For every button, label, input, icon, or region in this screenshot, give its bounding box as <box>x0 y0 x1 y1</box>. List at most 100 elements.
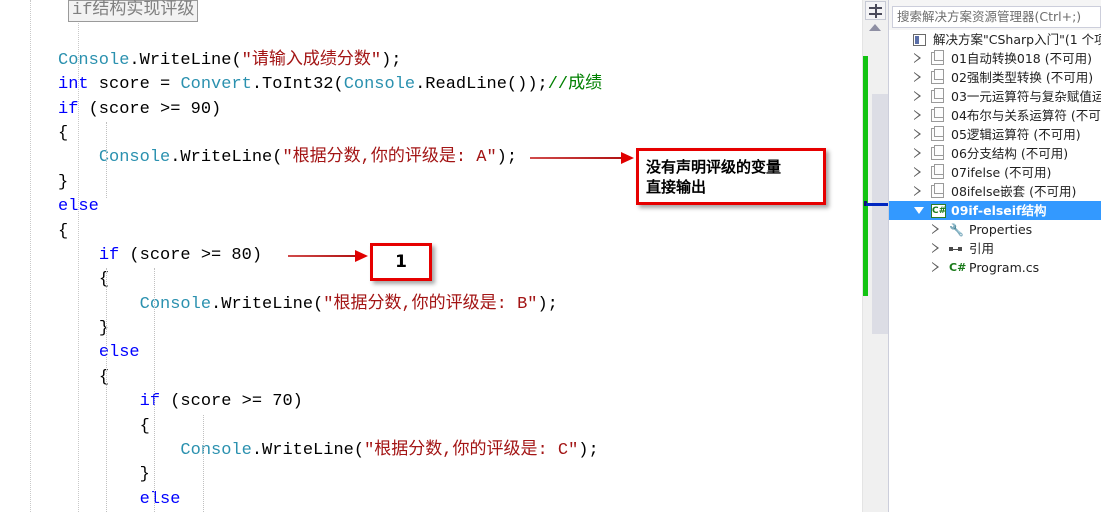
chevron-right-icon[interactable] <box>913 182 923 201</box>
code-token: "请输入成绩分数" <box>241 50 382 70</box>
code-token: "根据分数,你的评级是: C" <box>364 441 579 461</box>
tree-item-4[interactable]: 04布尔与关系运算符 (不可用) <box>889 106 1101 125</box>
code-text[interactable]: Console.WriteLine("请输入成绩分数"); int score =… <box>58 0 862 512</box>
triangle-inner-glyph <box>932 225 937 234</box>
arrow-shaft <box>288 255 356 257</box>
chevron-right-icon[interactable] <box>913 68 923 87</box>
tree-item-label: 03一元运算符与复杂赋值运算符 (不可用) <box>951 89 1101 104</box>
indent-guide <box>106 122 107 198</box>
tree-item-5[interactable]: 05逻辑运算符 (不可用) <box>889 125 1101 144</box>
chevron-right-icon[interactable] <box>913 106 923 125</box>
wrench-icon: 🔧 <box>949 223 964 237</box>
triangle-inner-glyph <box>914 130 919 139</box>
tree-item-7[interactable]: 07ifelse (不可用) <box>889 163 1101 182</box>
tree-item-label: 04布尔与关系运算符 (不可用) <box>951 108 1101 123</box>
scrollbar-thumb[interactable] <box>872 94 888 334</box>
tree-item-label: 09if-elseif结构 <box>951 203 1047 218</box>
tree-item-10[interactable]: 🔧 Properties <box>889 220 1101 239</box>
chevron-right-icon[interactable] <box>931 220 941 239</box>
code-line: if (score >= 90) <box>58 98 862 122</box>
scrollbar-track[interactable] <box>867 38 888 508</box>
code-token: if <box>98 245 120 265</box>
code-line: Console.WriteLine("根据分数,你的评级是: B"); <box>58 293 862 317</box>
code-line: } <box>58 317 862 341</box>
code-token: { <box>58 123 69 143</box>
unavailable-project-icon <box>931 126 944 141</box>
triangle-open-glyph <box>914 207 924 214</box>
chevron-right-icon[interactable] <box>913 144 923 163</box>
annotation-note-text: 没有声明评级的变量 直接输出 <box>646 158 782 196</box>
triangle-inner-glyph <box>914 111 919 120</box>
tree-item-label: 02强制类型转换 (不可用) <box>951 70 1094 85</box>
code-token: else <box>98 343 140 363</box>
arrow-head <box>621 152 634 164</box>
csharp-project-icon: C# <box>931 204 947 218</box>
tree-item-0[interactable]: 解决方案"CSharp入门"(1 个项目) <box>889 30 1101 49</box>
scroll-up-arrow-icon[interactable] <box>869 24 881 31</box>
unavailable-project-icon <box>931 183 944 198</box>
chevron-down-icon[interactable] <box>913 201 924 220</box>
code-token: ( <box>231 50 242 70</box>
chevron-right-icon[interactable] <box>913 49 923 68</box>
code-token: { <box>58 221 69 241</box>
code-line: { <box>58 415 862 439</box>
csharp-file-icon: C# <box>949 261 967 274</box>
tree-item-6[interactable]: 06分支结构 (不可用) <box>889 144 1101 163</box>
tree-item-8[interactable]: 08ifelse嵌套 (不可用) <box>889 182 1101 201</box>
tree-item-11[interactable]: 引用 <box>889 239 1101 258</box>
code-line: if (score >= 80) <box>58 244 862 268</box>
tree-item-12[interactable]: C# Program.cs <box>889 258 1101 277</box>
triangle-inner-glyph <box>914 92 919 101</box>
document-change-bar <box>863 56 868 296</box>
tree-item-label: 引用 <box>969 241 995 256</box>
split-icon-stem <box>875 4 877 18</box>
solution-explorer-tree[interactable]: 解决方案"CSharp入门"(1 个项目) 01自动转换018 (不可用) 02强制… <box>889 30 1101 512</box>
tree-item-label: 01自动转换018 (不可用) <box>951 51 1092 66</box>
code-token: Console <box>139 294 212 314</box>
chevron-right-icon[interactable] <box>931 239 941 258</box>
code-token: { <box>139 416 150 436</box>
code-token: . <box>129 50 140 70</box>
tree-item-3[interactable]: 03一元运算符与复杂赋值运算符 (不可用) <box>889 87 1101 106</box>
code-token: } <box>139 465 150 485</box>
chevron-right-icon[interactable] <box>913 125 923 144</box>
code-token: WriteLine <box>139 50 232 70</box>
code-token: "根据分数,你的评级是: A" <box>282 148 497 168</box>
solution-explorer-search-input[interactable]: 搜索解决方案资源管理器(Ctrl+;) <box>892 6 1101 28</box>
references-icon <box>949 242 963 256</box>
tree-item-2[interactable]: 02强制类型转换 (不可用) <box>889 68 1101 87</box>
triangle-inner-glyph <box>914 73 919 82</box>
triangle-inner-glyph <box>932 263 937 272</box>
code-token: ); <box>496 148 518 168</box>
code-token: Console <box>180 441 252 461</box>
chevron-right-icon[interactable] <box>931 258 941 277</box>
code-token: .ReadLine()); <box>415 75 548 95</box>
editor-vertical-scrollbar[interactable] <box>862 0 889 512</box>
code-line: } <box>58 463 862 487</box>
indent-guide-level-0 <box>30 0 31 512</box>
visual-studio-window: if结构实现评级 Console.WriteLine("请输入成绩分数"); in… <box>0 0 1101 512</box>
code-token: } <box>58 172 69 192</box>
chevron-right-icon[interactable] <box>913 163 923 182</box>
tree-item-1[interactable]: 01自动转换018 (不可用) <box>889 49 1101 68</box>
code-token: .WriteLine( <box>211 294 324 314</box>
split-editor-button[interactable] <box>865 1 886 20</box>
tree-item-label: 06分支结构 (不可用) <box>951 146 1069 161</box>
code-token: if <box>139 392 161 412</box>
triangle-inner-glyph <box>914 149 919 158</box>
code-line: if (score >= 70) <box>58 390 862 414</box>
chevron-right-icon[interactable] <box>913 87 923 106</box>
code-line: { <box>58 268 862 292</box>
tree-item-9[interactable]: C# 09if-elseif结构 <box>889 201 1101 220</box>
code-line: { <box>58 220 862 244</box>
triangle-inner-glyph <box>914 168 919 177</box>
